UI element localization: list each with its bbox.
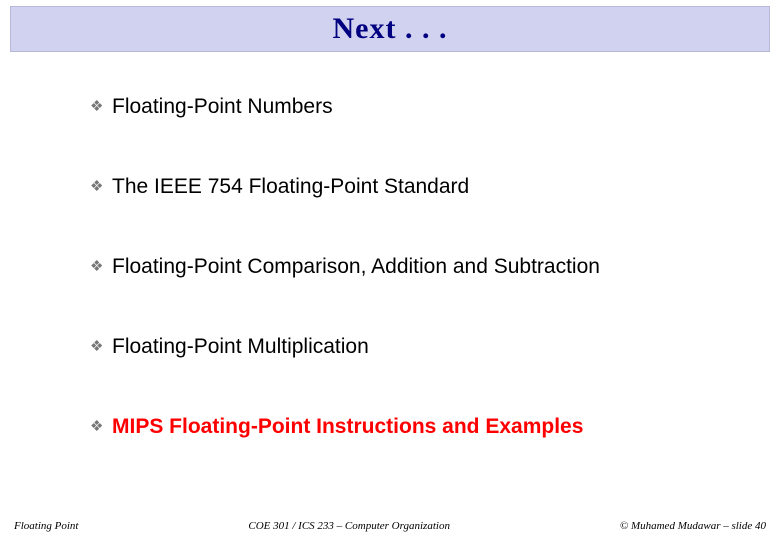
diamond-bullet-icon: ❖ — [90, 95, 108, 119]
list-item-active: ❖ MIPS Floating-Point Instructions and E… — [90, 415, 720, 439]
diamond-bullet-icon: ❖ — [90, 255, 108, 279]
diamond-bullet-icon: ❖ — [90, 335, 108, 359]
diamond-bullet-icon: ❖ — [90, 175, 108, 199]
list-item: ❖ The IEEE 754 Floating-Point Standard — [90, 175, 720, 199]
list-item: ❖ Floating-Point Multiplication — [90, 335, 720, 359]
list-item: ❖ Floating-Point Numbers — [90, 95, 720, 119]
list-item: ❖ Floating-Point Comparison, Addition an… — [90, 255, 720, 279]
footer-center: COE 301 / ICS 233 – Computer Organizatio… — [78, 520, 619, 532]
footer-left: Floating Point — [14, 520, 78, 532]
slide-body: ❖ Floating-Point Numbers ❖ The IEEE 754 … — [90, 95, 720, 495]
list-item-label: The IEEE 754 Floating-Point Standard — [112, 175, 469, 199]
footer-right: © Muhamed Mudawar – slide 40 — [620, 520, 766, 532]
diamond-bullet-icon: ❖ — [90, 415, 108, 439]
list-item-label: Floating-Point Numbers — [112, 95, 333, 119]
list-item-label: MIPS Floating-Point Instructions and Exa… — [112, 415, 583, 439]
slide-footer: Floating Point COE 301 / ICS 233 – Compu… — [0, 516, 780, 532]
slide-title: Next . . . — [333, 12, 448, 46]
list-item-label: Floating-Point Comparison, Addition and … — [112, 255, 600, 279]
title-band: Next . . . — [10, 6, 770, 52]
list-item-label: Floating-Point Multiplication — [112, 335, 369, 359]
slide: Next . . . ❖ Floating-Point Numbers ❖ Th… — [0, 0, 780, 540]
